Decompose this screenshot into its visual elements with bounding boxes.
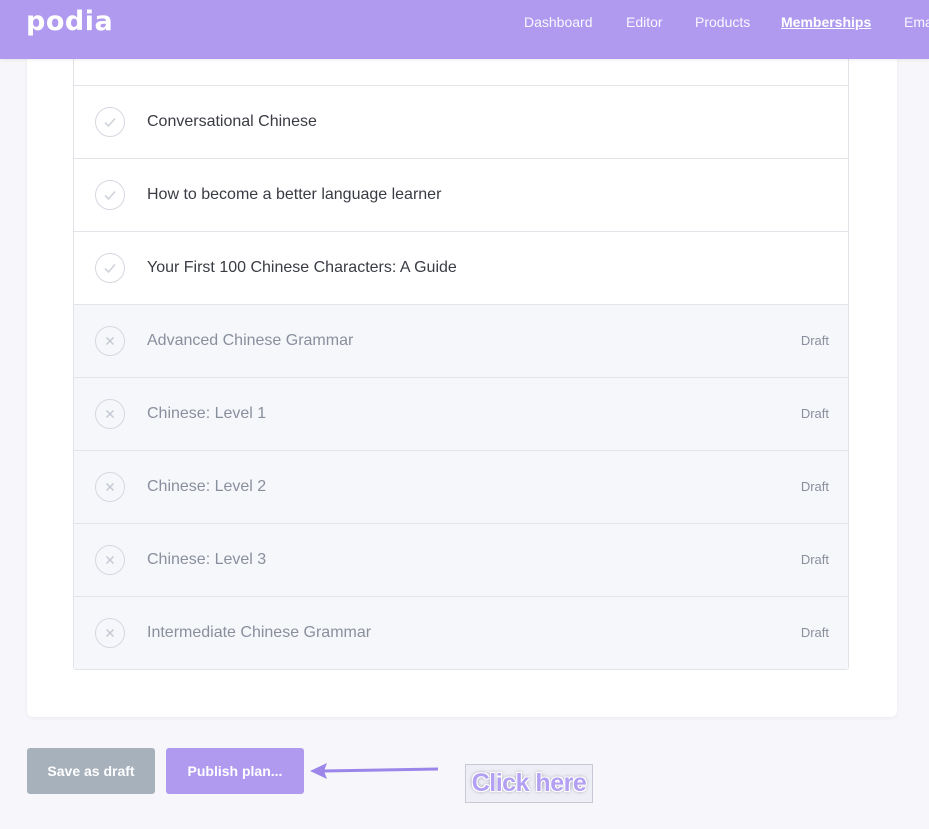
x-icon[interactable] [95,618,125,648]
product-title: Chinese: Level 3 [147,551,267,568]
x-icon[interactable] [95,399,125,429]
publish-plan-button[interactable]: Publish plan... [166,748,304,794]
list-item[interactable]: Chinese: Level 2 Draft [74,450,848,523]
list-item[interactable]: Advanced Chinese Grammar Draft [74,304,848,377]
product-title: Conversational Chinese [147,113,317,130]
list-item[interactable]: How to become a better language learner [74,158,848,231]
product-title: Intermediate Chinese Grammar [147,624,372,641]
click-here-annotation: Click here [465,764,593,803]
x-icon[interactable] [95,472,125,502]
product-title: Chinese: Level 1 [147,405,267,422]
product-title: How to become a better language learner [147,186,442,203]
main-nav: Dashboard Editor Products Memberships Em… [0,14,929,34]
status-badge: Draft [800,625,829,640]
check-icon[interactable] [95,180,125,210]
check-icon[interactable] [95,253,125,283]
nav-memberships[interactable]: Memberships [781,14,871,30]
list-item[interactable]: Your First 100 Chinese Characters: A Gui… [74,231,848,304]
product-list: Conversational Chinese How to become a b… [73,13,849,670]
list-item[interactable]: Intermediate Chinese Grammar Draft [74,596,848,669]
x-icon[interactable] [95,545,125,575]
product-title: Chinese: Level 2 [147,478,267,495]
nav-dashboard[interactable]: Dashboard [524,14,593,30]
list-item[interactable]: Chinese: Level 3 Draft [74,523,848,596]
status-badge: Draft [800,552,829,567]
nav-products[interactable]: Products [695,14,750,30]
arrow-left-icon [310,763,439,779]
list-item[interactable]: Conversational Chinese [74,85,848,158]
save-as-draft-button[interactable]: Save as draft [27,748,155,794]
x-icon[interactable] [95,326,125,356]
product-title: Your First 100 Chinese Characters: A Gui… [147,259,457,276]
top-navigation-bar: podia Dashboard Editor Products Membersh… [0,0,929,59]
nav-email[interactable]: Ema [904,14,929,30]
status-badge: Draft [800,333,829,348]
check-icon[interactable] [95,107,125,137]
list-item[interactable]: Chinese: Level 1 Draft [74,377,848,450]
product-title: Advanced Chinese Grammar [147,332,354,349]
plan-products-card: Conversational Chinese How to become a b… [27,13,897,717]
nav-editor[interactable]: Editor [626,14,663,30]
status-badge: Draft [800,479,829,494]
status-badge: Draft [800,406,829,421]
